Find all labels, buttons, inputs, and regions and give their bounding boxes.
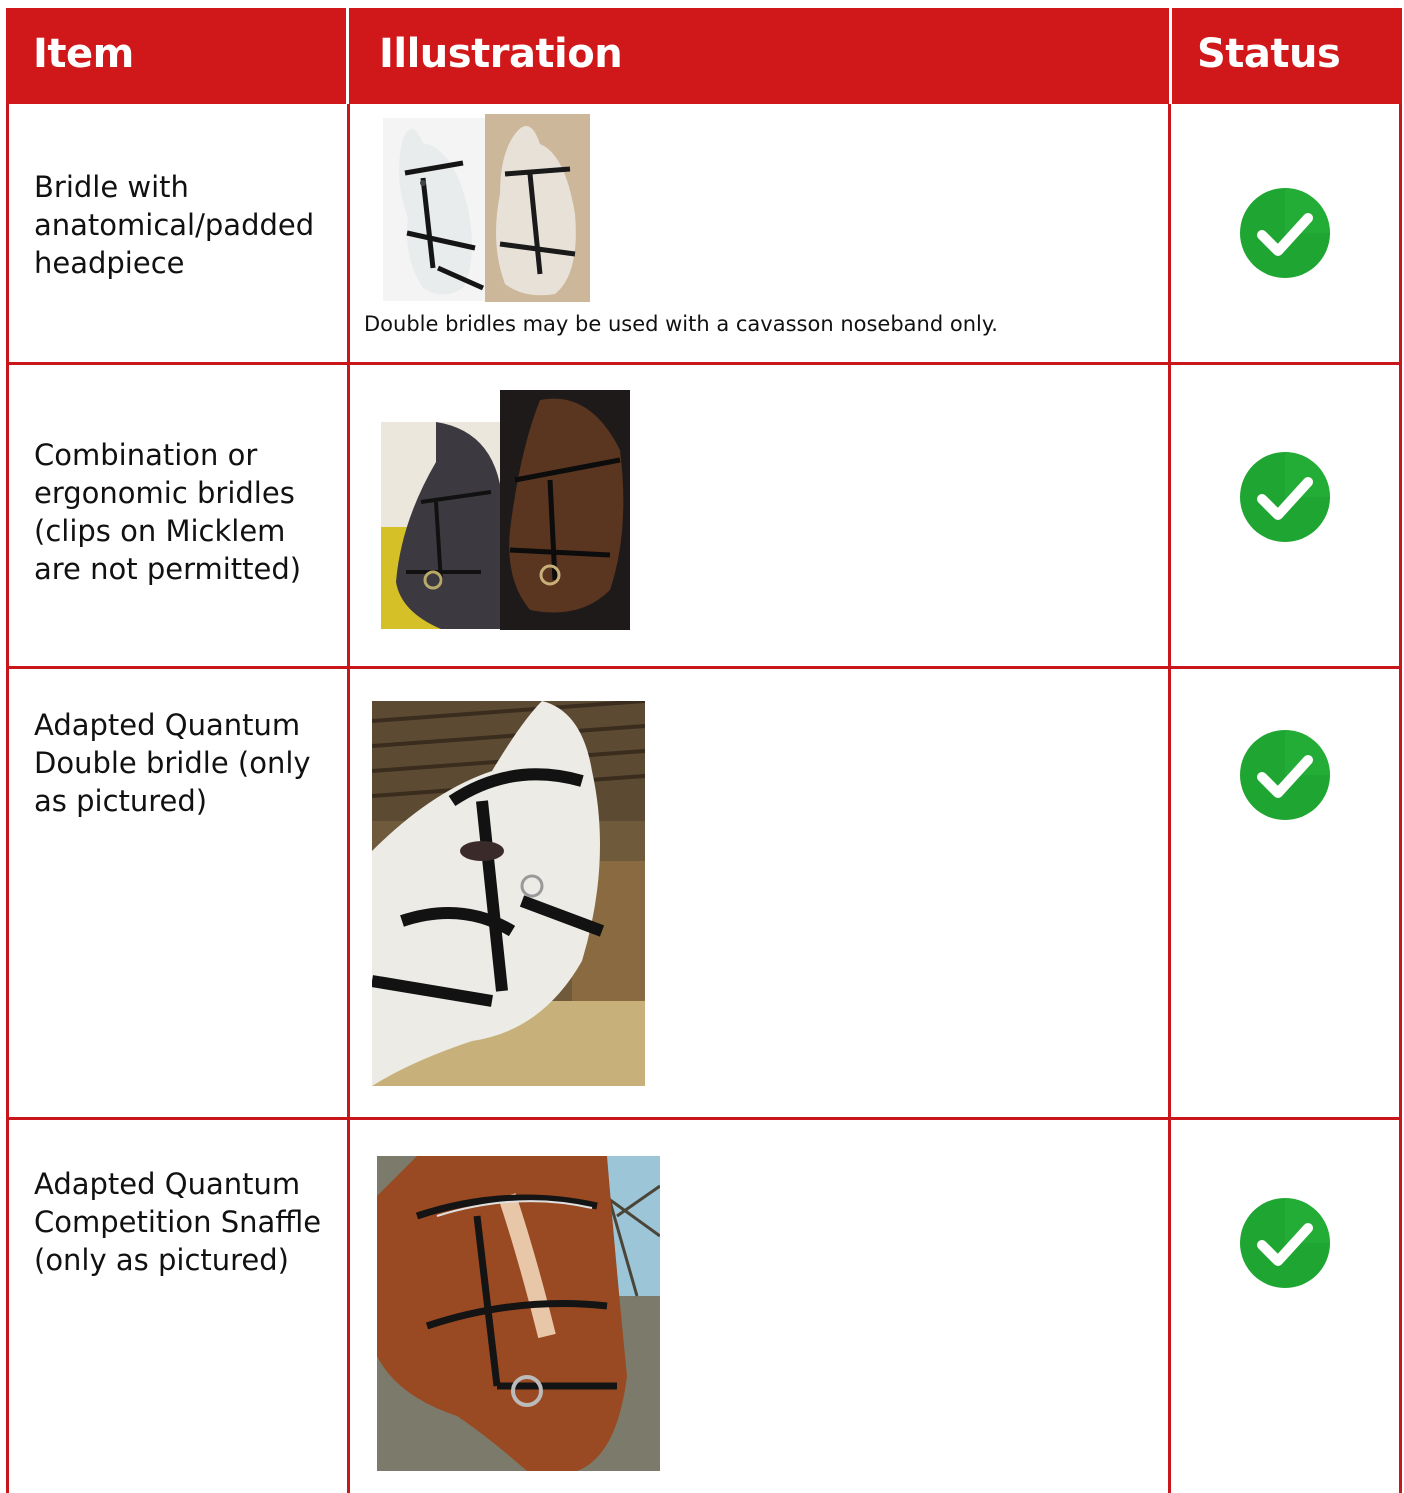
header-item-cell: Item <box>6 8 346 104</box>
row-1-photo-2 <box>485 114 590 302</box>
green-check-icon <box>1240 730 1330 820</box>
row-1-note: Double bridles may be used with a cavass… <box>364 312 998 336</box>
header-illustration-label: Illustration <box>379 31 623 77</box>
row-1-photo-1 <box>383 118 487 301</box>
row-3-photo <box>372 701 645 1086</box>
green-check-icon <box>1240 1198 1330 1288</box>
green-check-icon <box>1240 188 1330 278</box>
table-border-left <box>6 104 9 1493</box>
green-check-icon <box>1240 452 1330 542</box>
row-3-item-text: Adapted Quantum Double bridle (only as p… <box>34 708 311 818</box>
row-divider-3 <box>6 1117 1402 1120</box>
row-1-item-text: Bridle with anatomical/padded headpiece <box>34 170 315 280</box>
row-2-item-text: Combination or ergonomic bridles (clips … <box>34 438 302 586</box>
header-item-label: Item <box>33 31 134 77</box>
row-4-item-text: Adapted Quantum Competition Snaffle (onl… <box>34 1167 322 1277</box>
column-divider-1 <box>347 104 350 1493</box>
row-2-photo-2 <box>500 390 630 630</box>
bridle-rules-table: Item Illustration Status Bridle with ana… <box>0 0 1404 1493</box>
table-border-right <box>1399 104 1402 1493</box>
row-2-photo-1 <box>381 422 503 629</box>
header-status-label: Status <box>1197 31 1341 77</box>
header-illustration-cell: Illustration <box>349 8 1169 104</box>
row-4-photo <box>377 1156 660 1471</box>
column-divider-2 <box>1168 104 1171 1493</box>
header-status-cell: Status <box>1172 8 1402 104</box>
row-divider-1 <box>6 362 1402 365</box>
row-divider-2 <box>6 666 1402 669</box>
